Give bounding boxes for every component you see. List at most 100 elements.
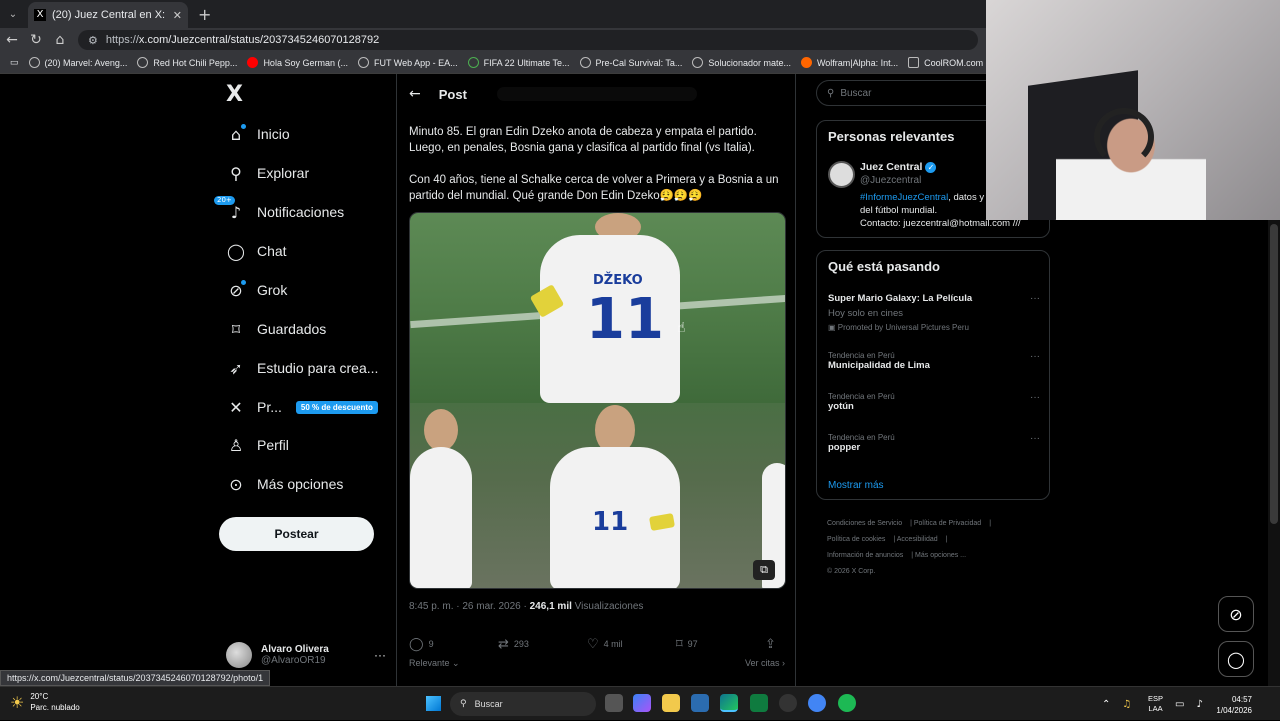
more-dots-icon[interactable]: ··· <box>1030 433 1040 444</box>
network-icon[interactable]: ▭ <box>1175 699 1184 710</box>
app-icon[interactable] <box>779 694 797 712</box>
post-header: ← Post <box>397 74 795 114</box>
more-dots-icon[interactable]: ··· <box>1030 392 1040 403</box>
show-more-link[interactable]: Mostrar más <box>828 480 884 491</box>
scrollbar-thumb[interactable] <box>1270 224 1278 524</box>
sidebar-item-notificaciones[interactable]: ♪ 20+ Notificaciones <box>214 196 344 227</box>
bookmark-item[interactable]: Red Hot Chili Pepp... <box>137 57 237 68</box>
post-text-1: Minuto 85. El gran Edin Dzeko anota de c… <box>409 126 757 154</box>
weather-widget[interactable]: ☀ 20°C Parc. nublado <box>10 691 80 713</box>
avatar[interactable] <box>828 161 855 188</box>
windows-start-icon[interactable] <box>426 696 441 711</box>
sidebar-item-guardados[interactable]: ⌑ Guardados <box>226 314 326 344</box>
avatar <box>226 642 252 668</box>
sidebar-item-grok[interactable]: ⊘ Grok <box>226 275 287 305</box>
bookmark-item[interactable]: Hola Soy German (... <box>247 57 348 68</box>
file-explorer-icon[interactable] <box>662 694 680 712</box>
chrome-icon[interactable] <box>808 694 826 712</box>
x-premium-icon: ✕ <box>229 397 243 417</box>
relevant-name[interactable]: Juez Central ✓ <box>860 161 937 173</box>
bookmark-item[interactable]: Solucionador mate... <box>692 57 791 68</box>
post-media[interactable]: DŽEKO 11 11 ⧉ <box>409 212 786 589</box>
more-dots-icon[interactable]: ··· <box>374 648 386 662</box>
footer-link[interactable]: Accesibilidad <box>897 536 938 543</box>
post-timestamp[interactable]: 8:45 p. m. · 26 mar. 2026 · <box>409 601 530 612</box>
footer-link[interactable]: Condiciones de Servicio <box>827 520 902 527</box>
post-button[interactable]: Postear <box>219 517 374 551</box>
tab-close-icon[interactable]: ✕ <box>173 9 182 22</box>
bookmark-button[interactable]: ⌑ 97 <box>676 637 765 652</box>
sidebar-item-inicio[interactable]: ⌂ Inicio <box>226 119 290 149</box>
sidebar-item-premium[interactable]: ✕ Pr... 50 % de descuento <box>226 392 378 422</box>
footer-link[interactable]: Política de Privacidad <box>914 520 981 527</box>
hashtag-link[interactable]: #InformeJuezCentral <box>860 192 948 203</box>
reload-button[interactable]: ↻ <box>24 32 48 48</box>
trend-item[interactable]: Tendencia en Perú Municipalidad de Lima … <box>828 351 1040 371</box>
taskbar-search[interactable]: ⚲ Buscar <box>450 692 596 716</box>
sort-dropdown[interactable]: Relevante ⌄ <box>409 658 460 669</box>
trend-item[interactable]: Super Mario Galaxy: La Película Hoy solo… <box>828 293 1040 332</box>
view-quotes-link[interactable]: Ver citas › <box>745 658 785 669</box>
sidebar-item-chat[interactable]: ◯ Chat <box>226 236 287 266</box>
store-icon[interactable] <box>691 694 709 712</box>
bookmark-item[interactable]: FUT Web App - EA... <box>357 57 458 68</box>
globe-icon <box>579 57 591 68</box>
sidebar-item-estudio[interactable]: ➶ Estudio para crea... <box>226 353 378 383</box>
repost-button[interactable]: ⇄ 293 <box>498 637 587 652</box>
more-dots-icon[interactable]: ··· <box>1030 293 1040 304</box>
jersey-number: 11 <box>586 287 664 352</box>
footer-link[interactable]: Información de anuncios <box>827 552 903 559</box>
sidebar-item-mas-opciones[interactable]: ⊙ Más opciones <box>226 469 343 499</box>
footer-link[interactable]: Política de cookies <box>827 536 885 543</box>
fifa-icon <box>467 57 479 68</box>
bookmark-icon: ⌑ <box>676 636 683 652</box>
bookmark-item[interactable]: Pre-Cal Survival: Ta... <box>579 57 682 68</box>
url-main: x.com/Juezcentral/status/203734524607012… <box>138 34 380 46</box>
site-info-icon[interactable]: ⚙ <box>88 34 98 47</box>
volume-icon[interactable]: ♪ <box>1196 699 1202 710</box>
more-dots-icon[interactable]: ··· <box>1030 351 1040 362</box>
spotify-icon[interactable] <box>838 694 856 712</box>
language-indicator[interactable]: ESP LAA <box>1148 694 1163 714</box>
tab-search-button[interactable]: ⌄ <box>2 3 24 25</box>
trend-item[interactable]: Tendencia en Perú yotún ··· <box>828 392 1040 412</box>
url-field[interactable]: ⚙ https://x.com/Juezcentral/status/20373… <box>78 30 978 50</box>
home-button[interactable]: ⌂ <box>48 32 72 48</box>
globe-icon <box>137 57 149 68</box>
task-view-icon[interactable] <box>605 694 623 712</box>
footer-link[interactable]: Más opciones ... <box>915 552 966 559</box>
back-arrow-icon[interactable]: ← <box>409 86 421 102</box>
search-icon: ⚲ <box>827 87 835 99</box>
sidebar-item-perfil[interactable]: ♙ Perfil <box>226 430 289 460</box>
chevron-up-icon[interactable]: ⌃ <box>1102 699 1110 710</box>
chat-icon: ◯ <box>227 241 245 261</box>
sidebar-item-explorar[interactable]: ⚲ Explorar <box>226 158 309 188</box>
bookmark-item[interactable]: Wolfram|Alpha: Int... <box>800 57 898 68</box>
new-tab-button[interactable]: + <box>198 5 211 24</box>
grok-float-button[interactable]: ⊘ <box>1218 596 1254 632</box>
image-edit-icon[interactable]: ⧉ <box>753 560 775 580</box>
microphone-icon[interactable]: ♫ <box>1122 699 1131 710</box>
trend-item[interactable]: Tendencia en Perú popper ··· <box>828 433 1040 453</box>
weather-cloud-sun-icon: ☀ <box>10 692 25 712</box>
bookmarks-folder-icon[interactable]: ▭ <box>10 57 19 68</box>
system-clock[interactable]: 04:57 1/04/2026 <box>1210 694 1252 716</box>
like-button[interactable]: ♡ 4 mil <box>587 637 676 652</box>
wolfram-icon <box>800 57 812 68</box>
x-logo-icon[interactable]: X <box>226 82 243 107</box>
back-button[interactable]: ← <box>0 32 24 48</box>
browser-tab[interactable]: X (20) Juez Central en X: "Hay que h ✕ <box>28 2 188 28</box>
share-button[interactable]: ⇪ <box>765 637 781 652</box>
globe-icon <box>28 57 40 68</box>
reply-button[interactable]: ◯ 9 <box>409 637 498 652</box>
home-icon: ⌂ <box>226 124 246 144</box>
copilot-icon[interactable] <box>633 694 651 712</box>
chat-float-button[interactable]: ◯ <box>1218 641 1254 677</box>
grok-icon: ⊘ <box>1229 604 1243 624</box>
bookmark-item[interactable]: FIFA 22 Ultimate Te... <box>467 57 570 68</box>
account-switcher[interactable]: Alvaro Olivera @AlvaroOR19 ··· <box>226 640 386 670</box>
app-icon[interactable] <box>750 694 768 712</box>
bookmark-item[interactable]: (20) Marvel: Aveng... <box>28 57 127 68</box>
edge-icon[interactable] <box>720 694 738 712</box>
footer-copyright: © 2026 X Corp. <box>827 568 876 575</box>
